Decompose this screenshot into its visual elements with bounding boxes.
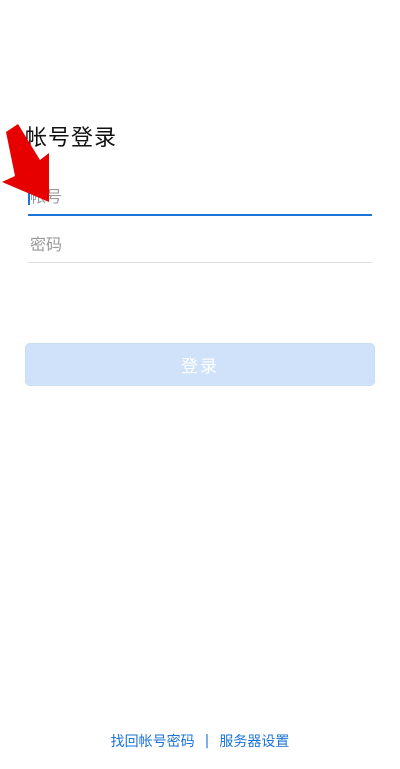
username-input[interactable] (28, 178, 372, 214)
password-input[interactable] (28, 226, 372, 262)
username-underline (28, 214, 372, 216)
password-underline (28, 262, 372, 263)
password-field[interactable] (28, 226, 372, 263)
server-settings-link[interactable]: 服务器设置 (219, 731, 289, 751)
footer-links: 找回帐号密码 | 服务器设置 (0, 730, 400, 752)
red-arrow-icon (2, 124, 49, 202)
recover-account-link[interactable]: 找回帐号密码 (111, 731, 195, 751)
login-button[interactable]: 登录 (25, 343, 375, 386)
footer-separator: | (204, 733, 210, 749)
login-screen: 帐号登录 登录 找回帐号密码 | 服务器设置 (0, 0, 400, 769)
username-field[interactable] (28, 178, 372, 216)
